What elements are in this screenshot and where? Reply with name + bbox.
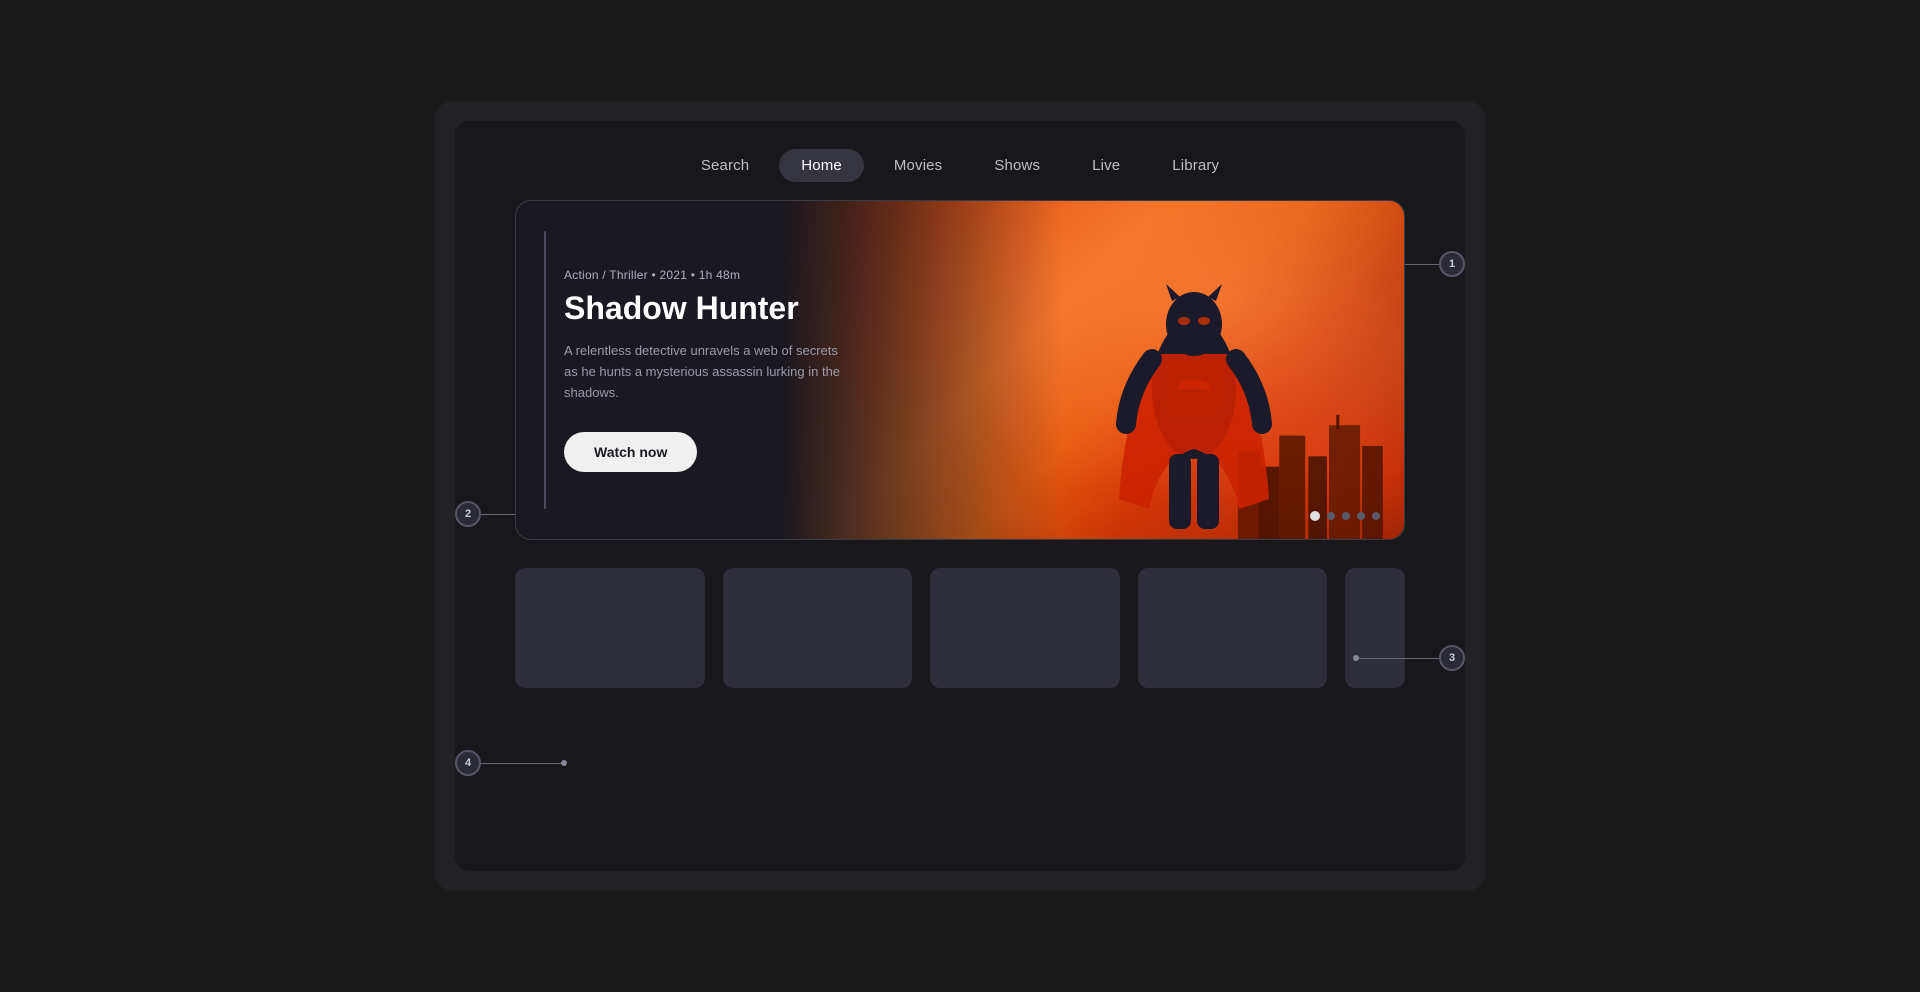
hero-description: A relentless detective unravels a web of… (564, 341, 844, 403)
carousel-dot-4[interactable] (1357, 512, 1365, 520)
carousel-dots (1310, 511, 1380, 521)
annotation-number-1: 1 (1439, 251, 1465, 277)
carousel-dot-2[interactable] (1327, 512, 1335, 520)
watch-now-button[interactable]: Watch now (564, 432, 697, 472)
nav-live[interactable]: Live (1070, 149, 1142, 182)
annotation-line-3 (1359, 658, 1439, 659)
thumbnail-3[interactable] (930, 568, 1120, 688)
nav-library[interactable]: Library (1150, 149, 1241, 182)
outer-frame: 1 2 3 4 Search Home Movies Shows Live (435, 101, 1485, 891)
nav-home[interactable]: Home (779, 149, 864, 182)
nav-movies[interactable]: Movies (872, 149, 964, 182)
carousel-dot-5[interactable] (1372, 512, 1380, 520)
carousel-dot-3[interactable] (1342, 512, 1350, 520)
nav-search[interactable]: Search (679, 149, 771, 182)
annotation-number-4: 4 (455, 750, 481, 776)
nav-shows[interactable]: Shows (972, 149, 1062, 182)
hero-card: Action / Thriller • 2021 • 1h 48m Shadow… (515, 200, 1405, 540)
inner-screen: Search Home Movies Shows Live Library (455, 121, 1465, 871)
annotation-line-4 (481, 763, 561, 764)
hero-figure (1084, 239, 1304, 539)
annotation-3: 3 (1353, 645, 1465, 671)
hero-meta: Action / Thriller • 2021 • 1h 48m (564, 268, 936, 282)
hero-title: Shadow Hunter (564, 290, 936, 327)
annotation-number-3: 3 (1439, 645, 1465, 671)
hero-content: Action / Thriller • 2021 • 1h 48m Shadow… (516, 201, 936, 539)
hero-section: Action / Thriller • 2021 • 1h 48m Shadow… (515, 200, 1405, 540)
carousel-dot-1[interactable] (1310, 511, 1320, 521)
thumbnail-row (455, 540, 1465, 688)
thumbnail-1[interactable] (515, 568, 705, 688)
thumbnail-4[interactable] (1138, 568, 1328, 688)
annotation-number-2: 2 (455, 501, 481, 527)
thumbnail-2[interactable] (723, 568, 913, 688)
annotation-4: 4 (455, 750, 567, 776)
nav-bar: Search Home Movies Shows Live Library (455, 121, 1465, 200)
annotation-dot-4 (561, 760, 567, 766)
